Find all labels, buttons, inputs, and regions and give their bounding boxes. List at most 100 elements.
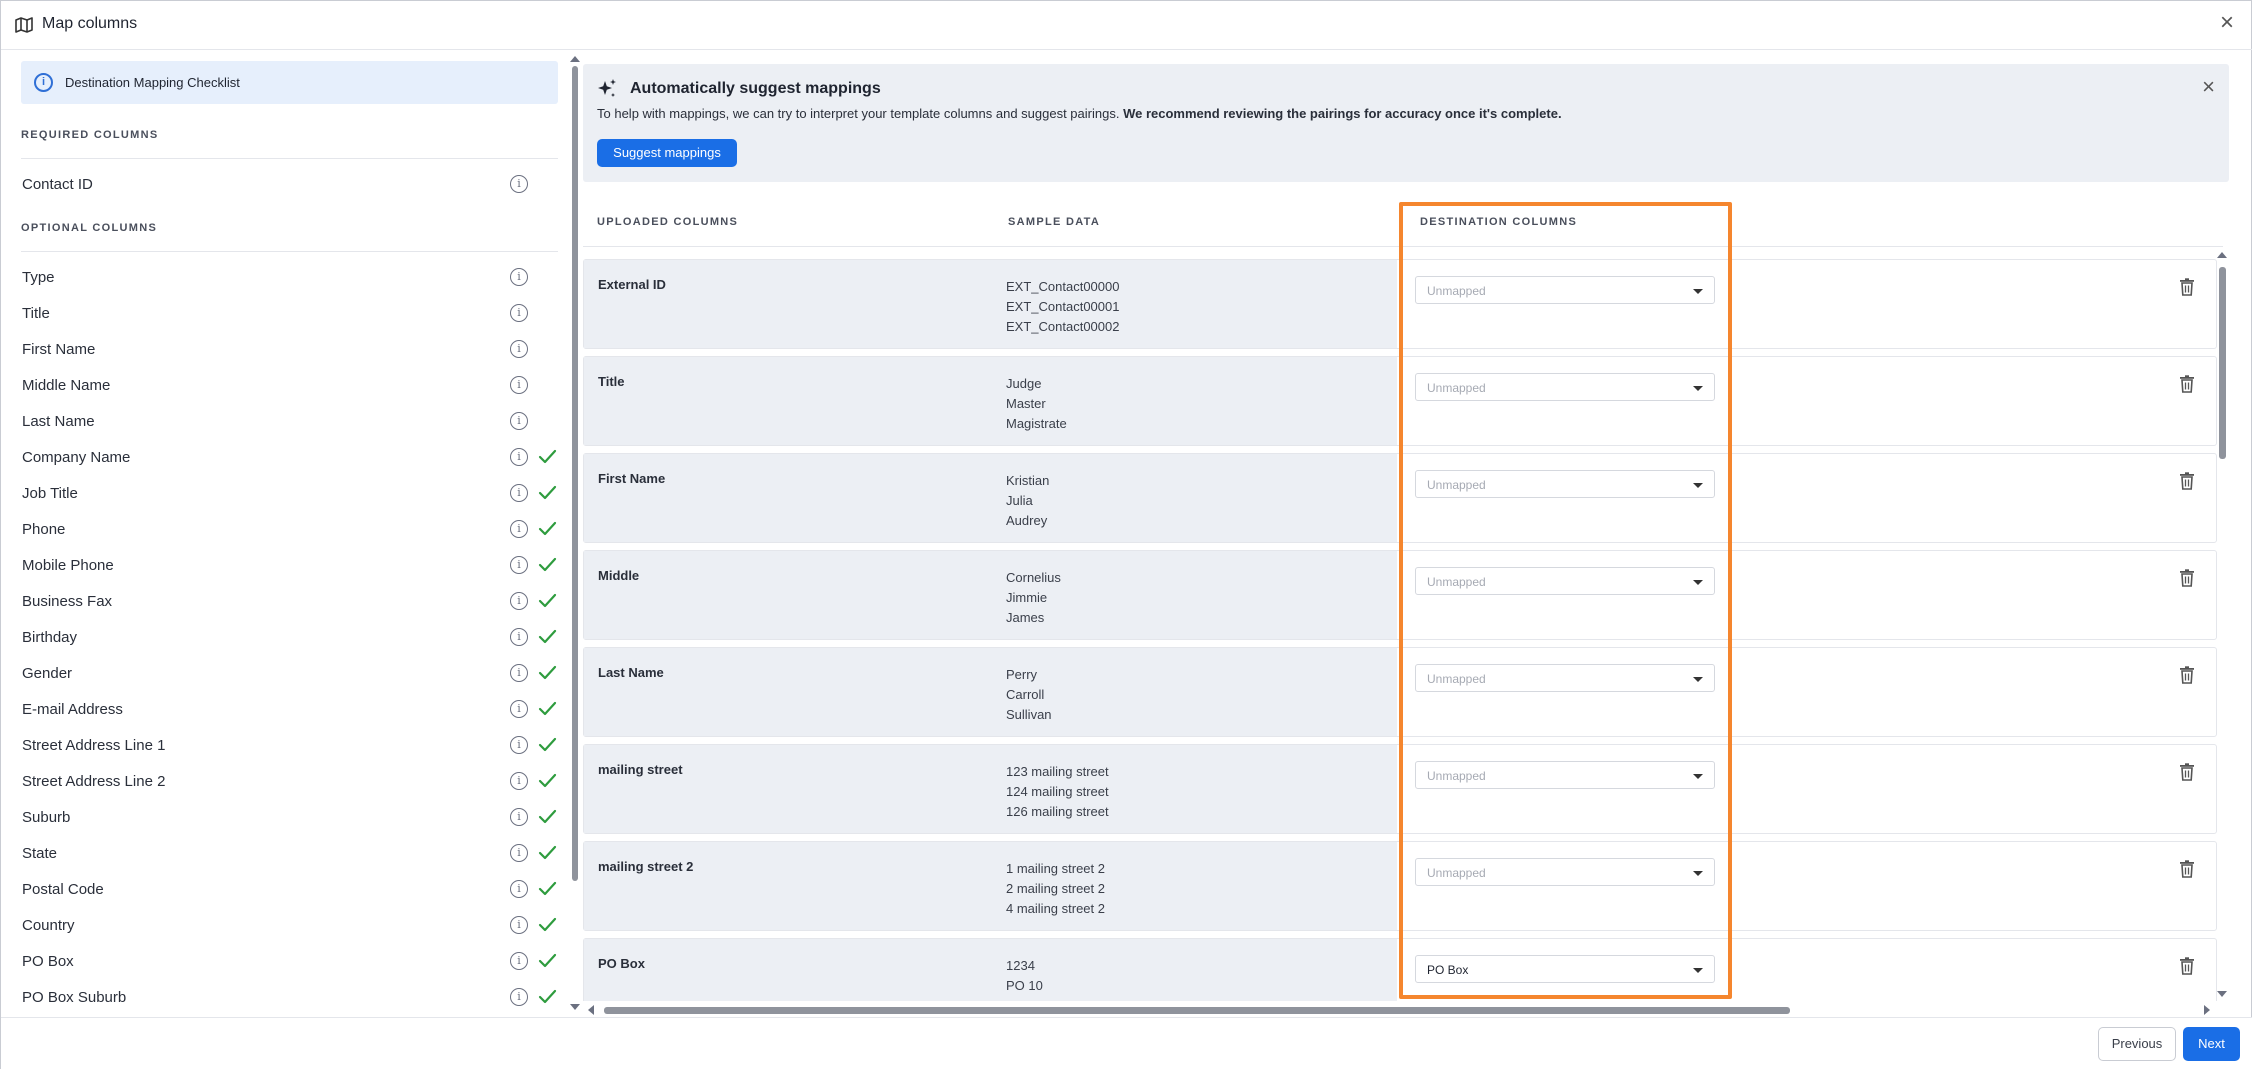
destination-column-select[interactable]: Unmapped — [1415, 664, 1715, 692]
trash-icon[interactable] — [2179, 472, 2195, 490]
check-icon — [538, 845, 557, 860]
mapping-row: First Name Kristian Julia Audrey Unmapped — [583, 453, 2217, 543]
sample-value: EXT_Contact00001 — [1006, 299, 1120, 314]
previous-button[interactable]: Previous — [2098, 1027, 2176, 1061]
info-icon[interactable]: i — [510, 844, 528, 862]
check-icon — [538, 809, 557, 824]
check-icon — [538, 881, 557, 896]
info-icon[interactable]: i — [510, 736, 528, 754]
column-name: Phone — [22, 521, 66, 538]
map-icon — [15, 17, 33, 33]
dialog-footer: Previous Next — [1, 1017, 2252, 1070]
info-icon[interactable]: i — [510, 556, 528, 574]
destination-checklist-panel: i Destination Mapping Checklist REQUIRED… — [1, 51, 567, 1017]
check-icon — [538, 953, 557, 968]
left-scrollbar[interactable] — [572, 66, 578, 881]
trash-icon[interactable] — [2179, 278, 2195, 296]
trash-icon[interactable] — [2179, 763, 2195, 781]
destination-column-select[interactable]: Unmapped — [1415, 276, 1715, 304]
uploaded-column-name: External ID — [598, 277, 666, 292]
destination-column-item: Middle Name i — [21, 368, 558, 404]
destination-column-item: Street Address Line 2 i — [21, 764, 558, 800]
select-value: Unmapped — [1427, 284, 1486, 298]
info-icon[interactable]: i — [510, 808, 528, 826]
close-icon[interactable]: × — [2202, 74, 2215, 100]
destination-column-select[interactable]: Unmapped — [1415, 470, 1715, 498]
column-name: Suburb — [22, 809, 71, 826]
info-icon[interactable]: i — [510, 592, 528, 610]
trash-icon[interactable] — [2179, 860, 2195, 878]
destination-column-select[interactable]: Unmapped — [1415, 858, 1715, 886]
check-icon — [538, 485, 557, 500]
suggest-mappings-button[interactable]: Suggest mappings — [597, 139, 737, 167]
trash-icon[interactable] — [2179, 666, 2195, 684]
info-icon[interactable]: i — [510, 175, 528, 193]
sample-value: 124 mailing street — [1006, 784, 1109, 799]
destination-column-select[interactable]: Unmapped — [1415, 567, 1715, 595]
destination-column-item: PO Box i — [21, 944, 558, 980]
scroll-down-icon[interactable] — [570, 1004, 580, 1010]
info-icon[interactable]: i — [510, 700, 528, 718]
info-icon[interactable]: i — [510, 664, 528, 682]
scroll-right-icon[interactable] — [2204, 1005, 2210, 1015]
info-icon[interactable]: i — [510, 952, 528, 970]
destination-column-select[interactable]: PO Box — [1415, 955, 1715, 983]
close-icon[interactable]: × — [2217, 11, 2237, 35]
dialog-title: Map columns — [42, 15, 138, 32]
info-icon[interactable]: i — [510, 988, 528, 1006]
info-icon[interactable]: i — [510, 448, 528, 466]
sample-data: 1234 PO 10 PO 11 — [1006, 956, 1043, 1001]
sample-value: EXT_Contact00000 — [1006, 279, 1120, 294]
table-horizontal-scrollbar[interactable] — [604, 1007, 1790, 1014]
select-value: Unmapped — [1427, 769, 1486, 783]
trash-icon[interactable] — [2179, 569, 2195, 587]
column-name: Last Name — [22, 413, 95, 430]
sample-value: 4 mailing street 2 — [1006, 901, 1105, 916]
info-icon[interactable]: i — [510, 880, 528, 898]
info-icon[interactable]: i — [510, 484, 528, 502]
column-name: Mobile Phone — [22, 557, 114, 574]
sample-value: Jimmie — [1006, 590, 1048, 605]
sample-value: PO 10 — [1006, 978, 1043, 993]
destination-column-select[interactable]: Unmapped — [1415, 761, 1715, 789]
destination-columns-header: DESTINATION COLUMNS — [1420, 216, 1578, 228]
scroll-up-icon[interactable] — [570, 56, 580, 62]
info-icon[interactable]: i — [510, 772, 528, 790]
checklist-banner: i Destination Mapping Checklist — [21, 61, 558, 104]
info-icon[interactable]: i — [510, 520, 528, 538]
uploaded-column-name: Last Name — [598, 665, 664, 680]
sample-data: Kristian Julia Audrey — [1006, 471, 1049, 531]
select-value: Unmapped — [1427, 866, 1486, 880]
sample-data: Judge Master Magistrate — [1006, 374, 1067, 434]
sample-value: James — [1006, 610, 1045, 625]
uploaded-column-name: mailing street — [598, 762, 683, 777]
trash-icon[interactable] — [2179, 957, 2195, 975]
info-icon[interactable]: i — [510, 304, 528, 322]
table-vertical-scrollbar[interactable] — [2219, 267, 2226, 459]
info-icon[interactable]: i — [510, 268, 528, 286]
info-icon[interactable]: i — [510, 628, 528, 646]
scroll-up-icon[interactable] — [2217, 252, 2227, 258]
destination-column-select[interactable]: Unmapped — [1415, 373, 1715, 401]
scroll-left-icon[interactable] — [588, 1005, 594, 1015]
info-icon[interactable]: i — [510, 916, 528, 934]
sample-value: 126 mailing street — [1006, 804, 1109, 819]
dialog-header: Map columns × — [1, 1, 2252, 50]
banner-desc-text: To help with mappings, we can try to int… — [597, 106, 1124, 121]
uploaded-columns-header: UPLOADED COLUMNS — [597, 216, 739, 228]
scroll-down-icon[interactable] — [2217, 991, 2227, 997]
mapping-row: External ID EXT_Contact00000 EXT_Contact00… — [583, 259, 2217, 349]
info-icon[interactable]: i — [510, 340, 528, 358]
info-icon[interactable]: i — [510, 376, 528, 394]
mapping-row: mailing street 2 1 mailing street 2 2 mail… — [583, 841, 2217, 931]
next-button[interactable]: Next — [2183, 1027, 2240, 1061]
caret-down-icon — [1693, 871, 1703, 876]
column-name: Business Fax — [22, 593, 113, 610]
destination-column-item: Suburb i — [21, 800, 558, 836]
info-icon[interactable]: i — [510, 412, 528, 430]
column-name: Middle Name — [22, 377, 111, 394]
uploaded-column-name: First Name — [598, 471, 666, 486]
check-icon — [538, 665, 557, 680]
sample-data: EXT_Contact00000 EXT_Contact00001 EXT_Cont… — [1006, 277, 1119, 337]
trash-icon[interactable] — [2179, 375, 2195, 393]
